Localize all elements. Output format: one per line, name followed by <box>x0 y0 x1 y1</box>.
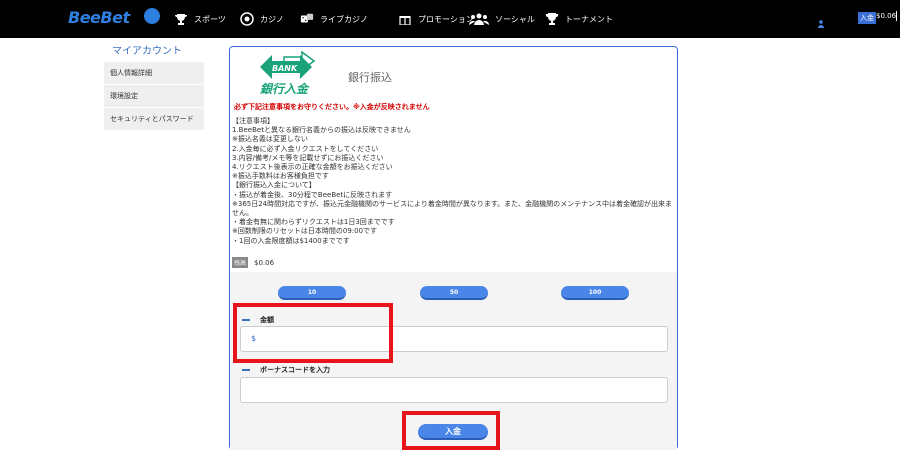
balance-row: 残高 $0.06 <box>232 257 274 268</box>
nav-sports-label: スポーツ <box>194 14 226 24</box>
page-title: 銀行振込 <box>348 71 392 84</box>
bank-logo-subtitle: 銀行入金 <box>260 82 310 96</box>
quick-amount-100-button[interactable]: 100 <box>561 286 629 300</box>
nav-sports[interactable]: スポーツ <box>174 11 226 27</box>
balance-label: 残高 <box>232 257 249 268</box>
header-balance: $0.06 <box>876 12 897 20</box>
notice-line: ・振込が着金後、30分程でBeeBetに反映されます <box>232 190 393 199</box>
nav-live-casino[interactable]: ライブカジノ <box>300 11 368 27</box>
deposit-badge[interactable]: 入金 <box>858 12 876 24</box>
minus-icon <box>242 369 250 371</box>
sidebar-item-security[interactable]: セキュリティとパスワード <box>104 108 204 130</box>
bank-transfer-panel: BANK 銀行入金 銀行振込 必ず下記注意事項をお守りください。※入金が反映され… <box>229 46 678 450</box>
dice-icon <box>300 12 314 26</box>
sidebar-item-preferences[interactable]: 環境設定 <box>104 85 204 107</box>
bonus-label-row: ボーナスコードを入力 <box>242 365 330 375</box>
poker-chip-icon <box>240 12 254 26</box>
notice-line: 【銀行振込入金について】 <box>232 181 316 190</box>
nav-social-label: ソーシャル <box>495 14 535 24</box>
nav-live-casino-label: ライブカジノ <box>320 14 368 24</box>
user-icon[interactable] <box>818 13 824 28</box>
nav-tournament[interactable]: トーナメント <box>545 11 613 27</box>
nav-casino-label: カジノ <box>260 14 284 24</box>
balance-value: $0.06 <box>254 258 275 267</box>
account-sidebar: マイアカウント 個人情報詳細 環境設定 セキュリティとパスワード <box>104 44 204 131</box>
gift-icon <box>398 12 412 26</box>
trophy-icon <box>174 12 188 26</box>
brand-logo[interactable]: BeeBet <box>68 8 130 27</box>
nav-promotions[interactable]: プロモーション <box>398 11 474 27</box>
quick-amount-10-button[interactable]: 10 <box>278 286 346 300</box>
bank-transfer-logo: BANK 銀行入金 <box>258 50 338 97</box>
nav-casino[interactable]: カジノ <box>240 11 284 27</box>
quick-amount-50-button[interactable]: 50 <box>420 286 488 300</box>
users-icon <box>469 12 489 26</box>
bank-logo-text: BANK <box>272 64 298 73</box>
notice-line: 3.内容/備考/メモ等を記載せずにお振込ください <box>232 153 384 162</box>
warning-text: 必ず下記注意事項をお守りください。※入金が反映されません <box>234 103 430 111</box>
sidebar-item-personal-info[interactable]: 個人情報詳細 <box>104 62 204 84</box>
nav-tournament-label: トーナメント <box>565 14 613 24</box>
bonus-code-label: ボーナスコードを入力 <box>260 366 330 374</box>
notice-line: ※振込名義は変更しない <box>232 135 308 144</box>
sidebar-title: マイアカウント <box>112 46 182 57</box>
notice-line: ※365日24時間対応ですが、振込元金融機関のサービスにより着金時間が異なります… <box>232 199 673 218</box>
deposit-highlight-box <box>402 411 500 450</box>
nav-social[interactable]: ソーシャル <box>469 11 535 27</box>
header-divider <box>896 11 897 21</box>
amount-highlight-box <box>233 303 393 363</box>
bonus-code-input[interactable] <box>240 377 668 403</box>
notice-line: 【注意事項】 <box>232 117 274 125</box>
notice-line: ・1回の入金限度額は$1400までです <box>232 236 350 245</box>
notice-line: ※回数制限のリセットは日本時間の09:00です <box>232 227 378 236</box>
bee-mascot-icon <box>144 8 160 24</box>
notice-line: 2.入金毎に必ず入金リクエストをしてください <box>232 144 379 153</box>
notice-list: 【注意事項】 1.BeeBetと異なる銀行名義からの振込は反映できません ※振込… <box>232 117 672 246</box>
notice-line: 4.リクエスト後表示の正確な金額をお振込ください <box>232 163 393 172</box>
cup-icon <box>545 12 559 26</box>
nav-promotions-label: プロモーション <box>418 14 474 24</box>
top-bar: BeeBet スポーツ カジノ ライブカジノ プロモーション ソーシャル トーナ… <box>0 0 900 38</box>
